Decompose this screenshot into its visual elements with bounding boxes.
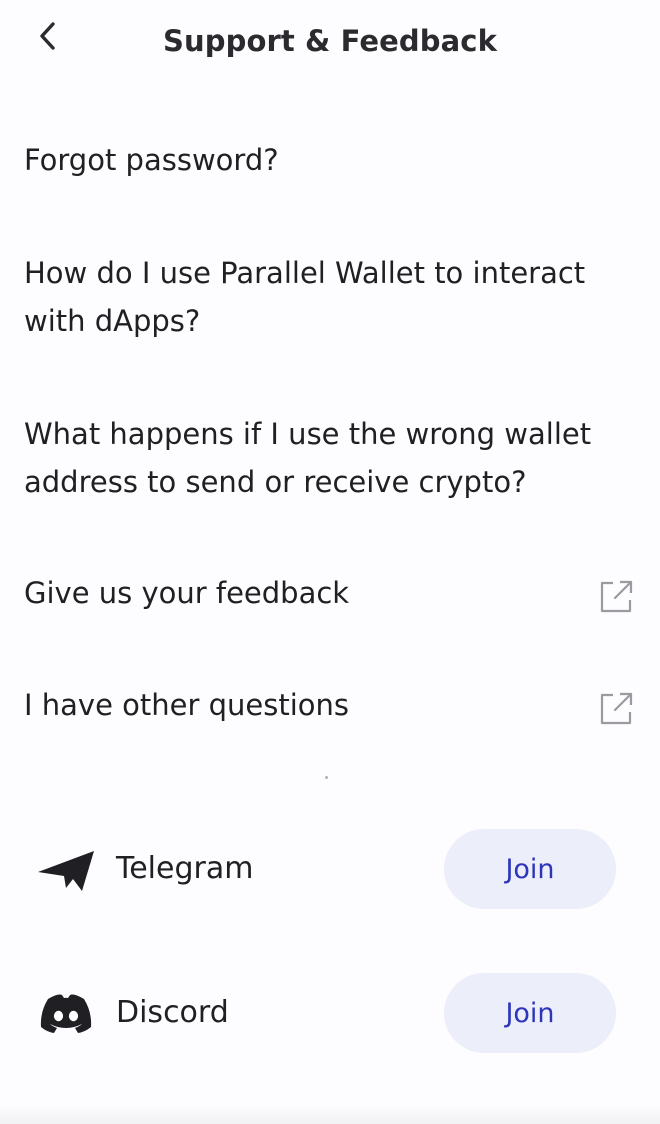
community-row-telegram: Telegram Join: [36, 829, 616, 909]
discord-join-button[interactable]: Join: [444, 973, 616, 1053]
faq-item-other-questions[interactable]: I have other questions: [24, 681, 636, 729]
faq-item-dapps[interactable]: How do I use Parallel Wallet to interact…: [24, 249, 636, 345]
external-link-icon[interactable]: [596, 577, 636, 617]
faq-item-wrong-address[interactable]: What happens if I use the wrong wallet a…: [24, 410, 636, 506]
external-link-icon[interactable]: [596, 689, 636, 729]
community-name: Discord: [116, 995, 229, 1030]
community-name: Telegram: [116, 851, 254, 886]
community-row-discord: Discord Join: [36, 973, 616, 1053]
page-title: Support & Feedback: [163, 24, 497, 58]
discord-icon: [40, 994, 92, 1033]
telegram-join-button[interactable]: Join: [444, 829, 616, 909]
faq-item-label: How do I use Parallel Wallet to interact…: [24, 256, 586, 338]
faq-item-feedback[interactable]: Give us your feedback: [24, 569, 636, 617]
faq-item-label: What happens if I use the wrong wallet a…: [24, 417, 592, 499]
divider-dot: [325, 776, 328, 779]
bottom-edge: [0, 1104, 660, 1124]
faq-item-label: Give us your feedback: [24, 576, 350, 610]
telegram-icon: [38, 851, 94, 891]
faq-item-label: I have other questions: [24, 688, 350, 722]
faq-item-label: Forgot password?: [24, 143, 279, 177]
header: Support & Feedback: [0, 0, 660, 88]
support-feedback-screen: Support & Feedback Forgot password? How …: [0, 0, 660, 1124]
faq-item-forgot-password[interactable]: Forgot password?: [24, 136, 636, 184]
